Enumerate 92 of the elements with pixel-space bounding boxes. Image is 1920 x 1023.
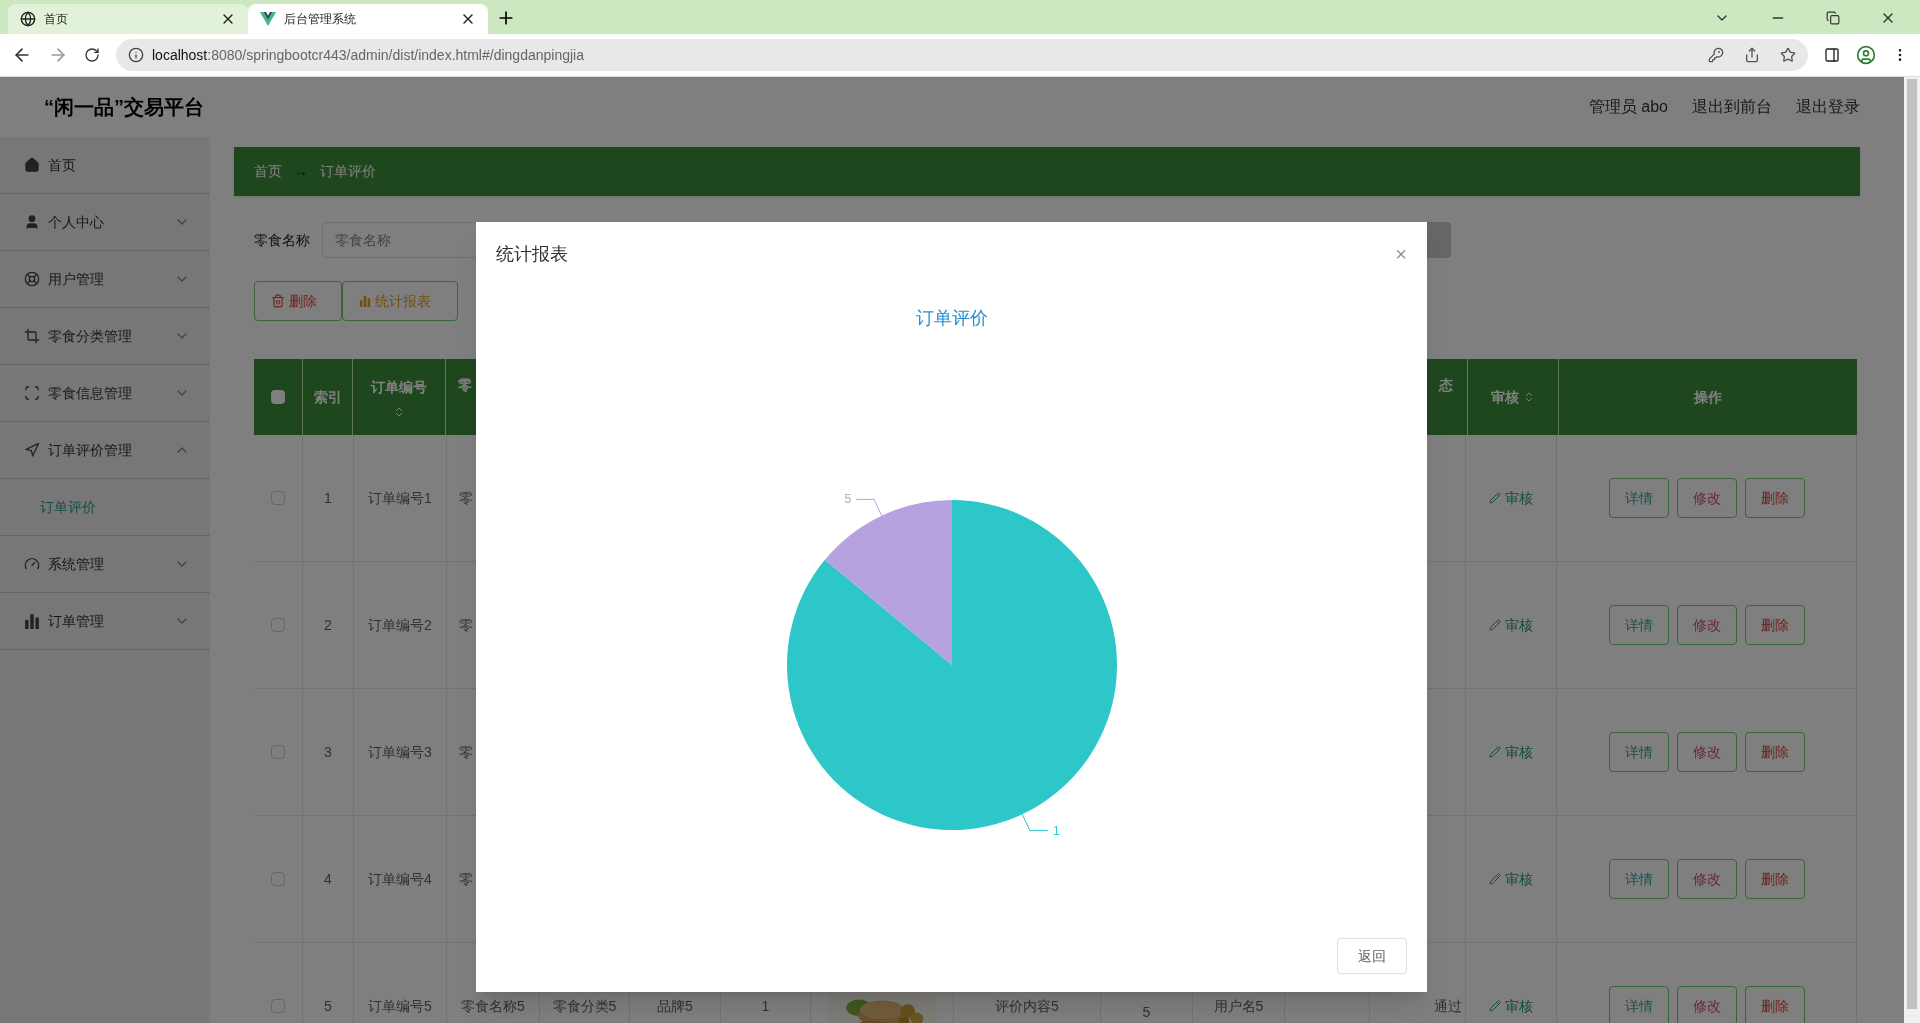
table-cell: 5	[303, 943, 354, 1023]
column-header: 索引	[313, 387, 342, 407]
side-panel-icon[interactable]	[1824, 47, 1840, 63]
sidebar-item[interactable]: 零食信息管理	[0, 365, 210, 422]
row-checkbox[interactable]	[271, 872, 285, 886]
audit-link[interactable]: 审核	[1489, 995, 1533, 1017]
address-bar[interactable]: localhost:8080/springbootcr443/admin/dist/index.html#/dingdanpingjia	[116, 39, 1808, 71]
sidebar-item[interactable]: 首页	[0, 137, 210, 194]
leader-line	[1021, 813, 1048, 832]
pencil-icon	[1489, 1000, 1501, 1012]
v-logo-icon	[260, 11, 276, 27]
pencil-icon	[1489, 873, 1501, 885]
report-button[interactable]: 统计报表	[342, 281, 458, 321]
pencil-icon	[1489, 492, 1501, 504]
column-header: 操作	[1693, 387, 1722, 407]
select-all-checkbox[interactable]	[270, 390, 285, 404]
search-label: 零食名称	[254, 230, 310, 250]
audit-link[interactable]: 审核	[1489, 614, 1533, 636]
delete-button[interactable]: 删除	[254, 281, 342, 321]
close-button[interactable]: ×	[1395, 244, 1407, 264]
site-title: “闲一品”交易平台	[44, 95, 204, 120]
edit-button[interactable]: 修改	[1676, 605, 1737, 645]
user-icon	[24, 214, 40, 230]
details-button[interactable]: 详情	[1608, 478, 1669, 518]
header-link[interactable]: 退出到前台	[1692, 95, 1772, 119]
tab-title: 后台管理系统	[284, 11, 357, 28]
edit-button[interactable]: 修改	[1676, 732, 1737, 772]
slice-label: 1	[1052, 823, 1060, 838]
breadcrumb-link[interactable]: 首页	[254, 161, 282, 182]
pencil-icon	[1489, 619, 1501, 631]
sidebar-item[interactable]: 用户管理	[0, 251, 210, 308]
column-header[interactable]: 审核	[1490, 386, 1519, 408]
slice-label: 5	[843, 492, 851, 507]
row-checkbox[interactable]	[271, 618, 285, 632]
reload-icon[interactable]	[84, 47, 100, 63]
details-button[interactable]: 详情	[1608, 605, 1669, 645]
edit-button[interactable]: 修改	[1676, 478, 1737, 518]
browser-tab[interactable]: 首页	[8, 4, 248, 34]
table-cell: 订单编号5	[354, 943, 447, 1023]
sidebar-item[interactable]: 订单评价管理	[0, 422, 210, 479]
restore-icon[interactable]	[1826, 11, 1840, 25]
crop-icon	[24, 328, 40, 344]
pencil-icon	[1489, 746, 1501, 758]
details-button[interactable]: 详情	[1608, 986, 1669, 1023]
delete-button[interactable]: 删除	[1744, 732, 1805, 772]
delete-button[interactable]: 删除	[1744, 859, 1805, 899]
delete-button[interactable]: 删除	[1744, 605, 1805, 645]
breadcrumb-separator: →	[294, 162, 308, 181]
delete-button[interactable]: 删除	[1744, 478, 1805, 518]
column-header: 零	[458, 376, 472, 395]
browser-tab[interactable]: 后台管理系统	[248, 4, 488, 34]
column-header: 态	[1438, 376, 1453, 395]
column-header[interactable]: 订单编号	[371, 376, 428, 398]
gauge-icon	[24, 556, 40, 572]
edit-button[interactable]: 修改	[1676, 986, 1737, 1023]
user-label: 管理员 abo	[1588, 97, 1668, 117]
tab-title: 首页	[44, 11, 69, 28]
info-icon	[128, 47, 144, 63]
back-button[interactable]: 返回	[1337, 938, 1407, 974]
bar-chart-icon	[24, 613, 40, 629]
key-icon[interactable]	[1708, 47, 1724, 63]
scan-icon	[24, 385, 40, 401]
profile-icon[interactable]	[1856, 45, 1876, 65]
audit-link[interactable]: 审核	[1489, 487, 1533, 509]
bar-chart-icon	[359, 295, 371, 307]
audit-link[interactable]: 审核	[1489, 868, 1533, 890]
url-text: localhost:8080/springbootcr443/admin/dist/index.html#/dingdanpingjia	[152, 45, 585, 65]
lifebuoy-icon	[24, 271, 40, 287]
share-icon[interactable]	[1744, 47, 1760, 63]
edit-button[interactable]: 修改	[1676, 859, 1737, 899]
row-checkbox[interactable]	[271, 999, 285, 1013]
sidebar-subitem[interactable]: 订单评价	[0, 479, 210, 536]
audit-link[interactable]: 审核	[1489, 741, 1533, 763]
globe-icon	[20, 11, 36, 27]
row-checkbox[interactable]	[271, 491, 285, 505]
star-icon[interactable]	[1780, 47, 1796, 63]
home-icon	[24, 157, 40, 173]
leader-line	[855, 498, 882, 517]
trash-icon	[271, 294, 285, 308]
details-button[interactable]: 详情	[1608, 732, 1669, 772]
sidebar-item[interactable]: 订单管理	[0, 593, 210, 650]
delete-button[interactable]: 删除	[1744, 986, 1805, 1023]
details-button[interactable]: 详情	[1608, 859, 1669, 899]
sidebar-item[interactable]: 零食分类管理	[0, 308, 210, 365]
sidebar-item[interactable]: 个人中心	[0, 194, 210, 251]
navigation-icon	[24, 442, 40, 458]
scrollbar-thumb[interactable]	[1907, 79, 1917, 1009]
chart-title: 订单评价	[915, 307, 988, 330]
sidebar-item[interactable]: 系统管理	[0, 536, 210, 593]
row-checkbox[interactable]	[271, 745, 285, 759]
breadcrumb-current: 订单评价	[320, 162, 376, 181]
header-link[interactable]: 退出登录	[1796, 95, 1860, 119]
